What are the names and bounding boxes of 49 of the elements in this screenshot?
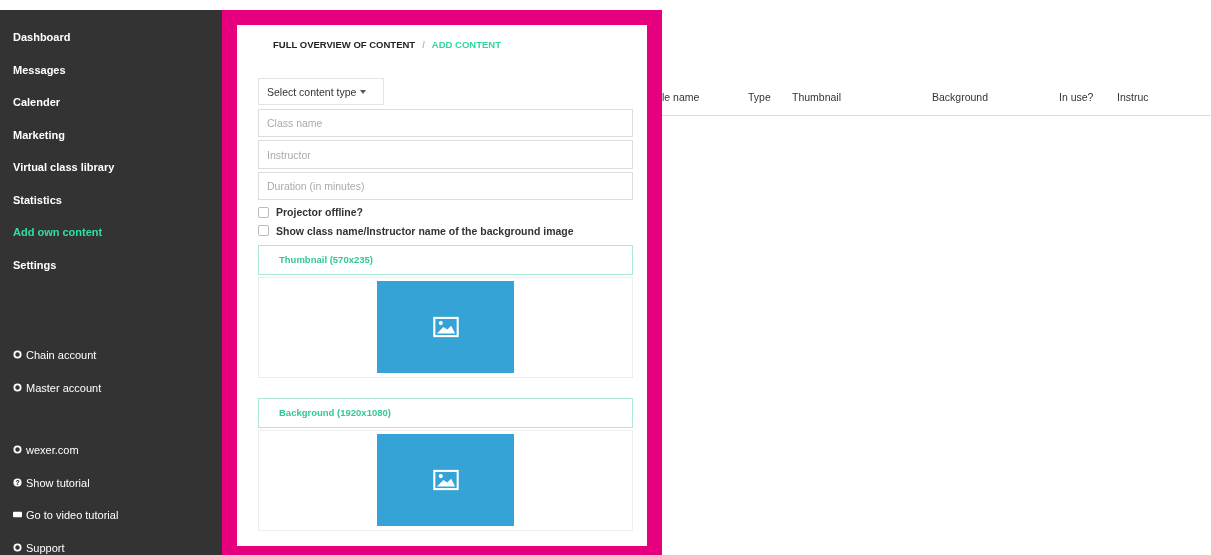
upload-title: Background (1920x1080) — [279, 407, 391, 419]
image-placeholder[interactable] — [377, 281, 514, 373]
nav-link[interactable]: Master account — [13, 380, 102, 413]
content-type-dropdown[interactable]: Select content type — [258, 77, 384, 106]
image-icon — [432, 469, 459, 491]
upload-title: Thumbnail (570x235) — [279, 254, 373, 266]
nav-item[interactable]: Marketing — [13, 127, 65, 160]
breadcrumb-separator: / — [422, 39, 425, 52]
image-icon — [432, 316, 459, 338]
column-header: Thumbnail — [792, 91, 843, 105]
nav-label: wexer.com — [26, 443, 79, 457]
nav-label: Chain account — [26, 348, 97, 362]
nav-link[interactable]: Show tutorial — [13, 475, 90, 508]
nav-item[interactable]: Virtual class library — [13, 160, 115, 193]
nav-item[interactable]: Statistics — [13, 192, 62, 225]
nav-label: Master account — [26, 380, 102, 395]
checkbox[interactable] — [258, 206, 269, 218]
input-field[interactable]: Instructor — [258, 140, 633, 169]
caret-icon — [360, 89, 367, 94]
checkbox-label: Projector offline? — [276, 206, 363, 219]
column-header: Instruc — [1117, 91, 1150, 105]
nav-item[interactable]: Dashboard — [13, 30, 71, 63]
nav-item[interactable]: Messages — [13, 62, 66, 95]
nav-item[interactable]: Add own content — [13, 225, 103, 258]
column-header: le name — [662, 91, 701, 105]
checkbox-label: Show class name/Instructor name of the background image — [276, 224, 574, 237]
nav-link[interactable]: wexer.com — [13, 443, 79, 476]
nav-item[interactable]: Calender — [13, 95, 61, 128]
nav-item[interactable]: Settings — [13, 257, 57, 290]
nav-label: Show tutorial — [26, 475, 90, 490]
video-icon — [13, 510, 22, 519]
column-header: Background — [932, 91, 990, 105]
nav-link[interactable]: Chain account — [13, 348, 97, 381]
nav-label: Go to video tutorial — [26, 508, 119, 522]
circle-icon — [13, 350, 22, 359]
checkbox[interactable] — [258, 225, 269, 237]
column-header: In use? — [1059, 91, 1095, 105]
circle-icon — [13, 382, 22, 392]
circle-icon — [13, 542, 22, 552]
nav-link[interactable]: Go to video tutorial — [13, 508, 119, 541]
column-header: Type — [748, 91, 772, 105]
help-icon — [13, 477, 22, 487]
nav-link[interactable]: Support — [13, 540, 65, 555]
circle-icon — [13, 445, 22, 454]
input-field[interactable]: Class name — [258, 109, 633, 138]
input-field[interactable]: Duration (in minutes) — [258, 171, 633, 200]
image-placeholder[interactable] — [377, 434, 514, 526]
nav-label: Support — [26, 540, 65, 555]
breadcrumb-link[interactable]: FULL OVERVIEW OF CONTENT — [273, 39, 416, 78]
